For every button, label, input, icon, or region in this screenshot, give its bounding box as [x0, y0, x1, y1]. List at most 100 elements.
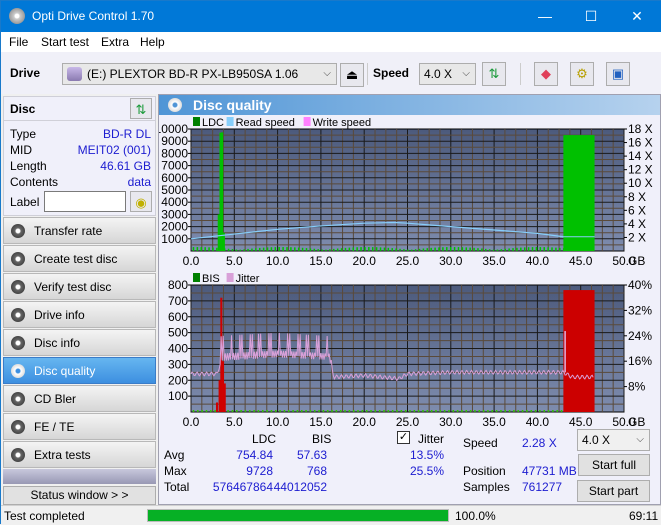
y-tick-label: 400: [168, 342, 188, 356]
ldc-spike: [219, 132, 222, 251]
drive-select[interactable]: (E:) PLEXTOR BD-R PX-LB950SA 1.06 ⌵: [62, 63, 337, 85]
jitter-checkbox[interactable]: ✓: [397, 431, 410, 444]
bis-bar: [439, 410, 442, 412]
x-tick-label: 30.0: [439, 254, 463, 268]
nav-label: Extra tests: [34, 448, 91, 462]
ldc-bar: [301, 247, 304, 251]
bis-bar: [543, 410, 545, 412]
charts-area: 1000200030004000500060007000800090001000…: [159, 117, 653, 429]
start-part-button[interactable]: Start part: [577, 480, 650, 502]
refresh-arrows-icon: ⇅: [488, 66, 500, 81]
bis-bar: [318, 410, 320, 412]
bis-spike: [218, 380, 221, 412]
ldc-bar: [430, 247, 432, 251]
y2-tick-label: 24%: [628, 329, 652, 343]
maximize-button[interactable]: ☐: [568, 1, 614, 32]
y-tick-label: 800: [168, 278, 188, 292]
bis-bar: [552, 410, 554, 412]
create-disc-icon: [11, 252, 25, 266]
bis-bar: [348, 410, 351, 412]
bis-bar: [383, 410, 385, 412]
nav-create-test-disc[interactable]: Create test disc: [3, 245, 156, 272]
x-tick-label: 15.0: [309, 415, 333, 429]
refresh-button[interactable]: ⇅: [482, 62, 506, 86]
stats-avg-label: Avg: [164, 448, 185, 462]
disc-label-button[interactable]: ◉: [130, 191, 152, 212]
settings-button[interactable]: ⚙: [570, 62, 594, 86]
y-tick-label: 9000: [161, 134, 188, 148]
menu-start-test[interactable]: Start test: [41, 35, 89, 49]
ldc-bar: [266, 247, 269, 251]
legend-swatch: [303, 117, 311, 126]
nav-extra-tests[interactable]: Extra tests: [3, 441, 156, 468]
bis-bar: [253, 410, 255, 412]
nav-disc-info[interactable]: Disc info: [3, 329, 156, 356]
title-bar: Opti Drive Control 1.70 — ☐ ✕: [1, 1, 661, 32]
ldc-bar: [282, 247, 284, 251]
bis-bar: [556, 410, 558, 412]
bis-bar: [456, 410, 459, 412]
x-tick-label: 35.0: [482, 254, 506, 268]
ldc-bar: [200, 247, 203, 251]
y-tick-label: 100: [168, 389, 188, 403]
ldc-bar: [305, 248, 308, 251]
ldc-bar: [278, 247, 280, 251]
status-window-button[interactable]: Status window > >: [3, 486, 156, 505]
ldc-bar: [403, 249, 405, 251]
bis-bar: [236, 410, 238, 412]
separator: [367, 63, 368, 85]
bis-bar: [452, 410, 455, 412]
menu-file[interactable]: File: [9, 35, 28, 49]
ldc-bar: [500, 249, 503, 251]
minimize-button[interactable]: —: [522, 1, 568, 32]
erase-button[interactable]: ◆: [534, 62, 558, 86]
disc-length-key: Length: [10, 159, 47, 173]
ldc-bar: [375, 247, 378, 251]
legend-swatch: [193, 117, 200, 126]
ldc-bar: [442, 247, 444, 251]
ldc-bar: [309, 248, 312, 251]
stats-col-ldc: LDC: [252, 432, 277, 446]
ldc-bar: [457, 247, 460, 251]
close-button[interactable]: ✕: [614, 1, 660, 32]
x-tick-label: 15.0: [309, 254, 333, 268]
menu-help[interactable]: Help: [140, 35, 165, 49]
ldc-bar: [516, 247, 518, 251]
bis-bar: [262, 410, 264, 412]
bis-bar: [266, 410, 268, 412]
bis-bar: [352, 410, 355, 412]
eject-button[interactable]: ⏏: [340, 63, 364, 87]
x-tick-label: 5.0: [226, 254, 243, 268]
bis-bar: [205, 410, 208, 412]
bis-bar: [361, 410, 364, 412]
nav-cd-bler[interactable]: CD Bler: [3, 385, 156, 412]
bis-bar: [404, 410, 407, 412]
nav-disc-quality[interactable]: Disc quality: [3, 357, 156, 384]
speed-select[interactable]: 4.0 X ⌵: [419, 63, 476, 85]
y2-tick-label: 2 X: [628, 230, 646, 244]
test-speed-select[interactable]: 4.0 X ⌵: [577, 429, 650, 451]
save-button[interactable]: ▣: [606, 62, 630, 86]
y2-tick-label: 10 X: [628, 176, 653, 190]
bis-bar: [296, 410, 299, 412]
nav-drive-info[interactable]: Drive info: [3, 301, 156, 328]
y-tick-label: 2000: [161, 220, 188, 234]
x-tick-label: 45.0: [569, 254, 593, 268]
x-tick-label: 10.0: [266, 415, 290, 429]
disc-refresh-button[interactable]: ⇅: [130, 98, 152, 119]
y2-tick-label: 16 X: [628, 136, 653, 150]
disc-label-input[interactable]: [44, 191, 126, 212]
bis-bar: [197, 410, 199, 412]
nav-verify-test-disc[interactable]: Verify test disc: [3, 273, 156, 300]
y-tick-label: 200: [168, 373, 188, 387]
y2-tick-label: 8%: [628, 380, 646, 394]
menu-bar: File Start test Extra Help: [1, 32, 661, 52]
ldc-bar: [535, 247, 538, 251]
bis-bar: [417, 410, 420, 412]
start-full-button[interactable]: Start full: [578, 454, 650, 476]
menu-extra[interactable]: Extra: [101, 35, 129, 49]
nav-transfer-rate[interactable]: Transfer rate: [3, 217, 156, 244]
ldc-bar: [391, 248, 393, 251]
resize-grip-icon[interactable]: ⋰: [649, 512, 657, 521]
nav-fe-te[interactable]: FE / TE: [3, 413, 156, 440]
